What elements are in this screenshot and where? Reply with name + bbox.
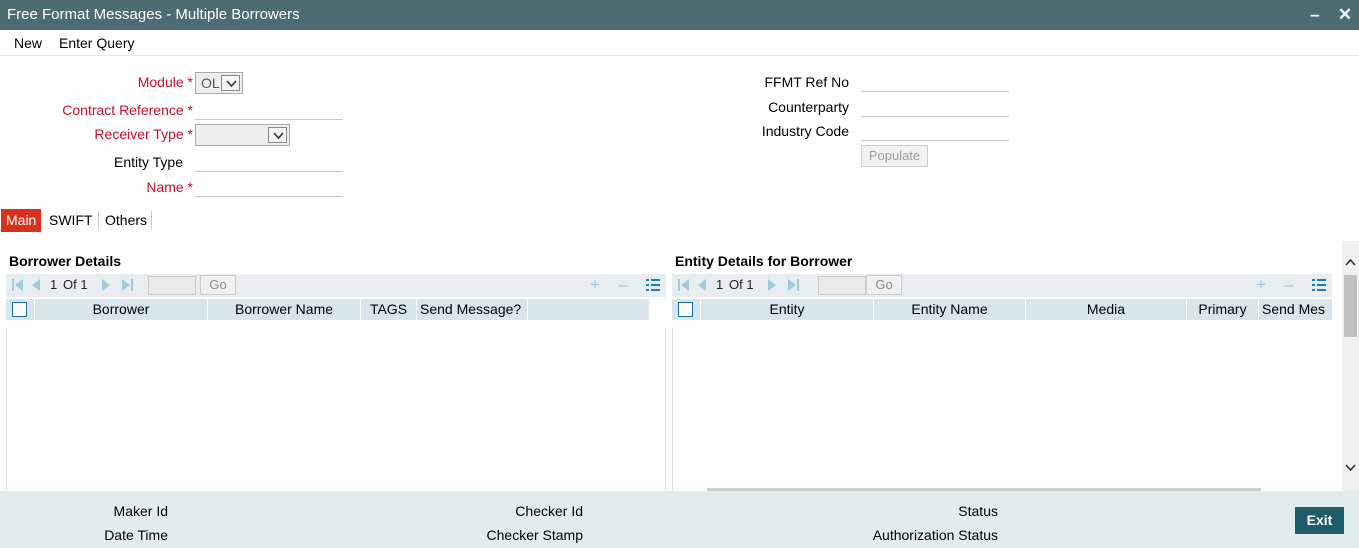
select-all-cell [6, 299, 35, 320]
col-entity-name[interactable]: Entity Name [874, 299, 1026, 320]
industry-code-label: Industry Code [761, 123, 849, 139]
window-titlebar: Free Format Messages - Multiple Borrower… [0, 0, 1359, 30]
counterparty-input[interactable] [861, 93, 1009, 117]
col-media[interactable]: Media [1026, 299, 1187, 320]
status-label: Status [958, 503, 998, 519]
delete-row-icon[interactable]: – [614, 276, 632, 294]
view-list-icon[interactable] [646, 278, 660, 292]
borrower-grid-body [6, 328, 666, 491]
industry-code-input[interactable] [861, 117, 1009, 141]
receiver-type-label: Receiver Type * [94, 126, 193, 142]
exit-button[interactable]: Exit [1295, 507, 1344, 534]
page-number-input[interactable] [148, 276, 196, 295]
ffmt-ref-input[interactable] [861, 68, 1009, 92]
entity-grid-header: Entity Entity Name Media Primary Send Me… [672, 299, 1332, 320]
minimize-icon[interactable]: – [1304, 4, 1326, 26]
delete-row-icon[interactable]: – [1280, 276, 1298, 294]
add-row-icon[interactable]: + [586, 276, 604, 294]
prev-page-icon[interactable] [31, 279, 40, 291]
next-page-icon[interactable] [768, 279, 777, 291]
module-select[interactable]: OL [195, 72, 243, 94]
checker-stamp-label: Checker Stamp [486, 527, 583, 543]
menu-enter-query[interactable]: Enter Query [59, 35, 134, 51]
module-dropdown[interactable] [221, 75, 240, 91]
chevron-down-icon [273, 132, 284, 140]
view-list-icon[interactable] [1312, 278, 1326, 292]
menu-new[interactable]: New [14, 35, 42, 51]
col-tags[interactable]: TAGS [361, 299, 417, 320]
date-time-label: Date Time [104, 527, 168, 543]
entity-type-input[interactable] [195, 148, 343, 172]
receiver-type-select[interactable] [195, 124, 290, 146]
auth-status-label: Authorization Status [872, 527, 998, 543]
last-page-icon[interactable] [788, 279, 799, 291]
scrollbar-thumb[interactable] [1344, 275, 1357, 337]
tab-others[interactable]: Others [100, 209, 152, 232]
borrower-grid-toolbar: 1 Of 1 Go + – [6, 274, 666, 297]
scroll-down-icon[interactable] [1345, 462, 1356, 473]
audit-footer: Maker Id Date Time Checker Id Checker St… [0, 491, 1359, 548]
window-title: Free Format Messages - Multiple Borrower… [7, 6, 300, 23]
go-button[interactable]: Go [200, 275, 236, 295]
select-all-cell [672, 299, 701, 320]
contract-ref-input[interactable] [195, 96, 343, 120]
select-all-checkbox[interactable] [678, 302, 693, 317]
module-label: Module * [137, 74, 193, 90]
receiver-type-dropdown[interactable] [268, 127, 287, 143]
entity-details-title: Entity Details for Borrower [675, 253, 853, 269]
name-input[interactable] [195, 173, 343, 197]
col-primary[interactable]: Primary [1187, 299, 1259, 320]
col-send-message[interactable]: Send Message? [417, 299, 528, 320]
col-send-message[interactable]: Send Mes [1259, 299, 1332, 320]
entity-type-label: Entity Type [113, 154, 183, 170]
page-number-input[interactable] [818, 276, 866, 295]
current-page: 1 [716, 277, 724, 292]
go-button[interactable]: Go [866, 275, 902, 295]
contract-ref-label: Contract Reference * [62, 102, 193, 118]
add-row-icon[interactable]: + [1252, 276, 1270, 294]
vertical-scrollbar[interactable] [1342, 241, 1359, 491]
page-count: Of 1 [729, 277, 754, 292]
prev-page-icon[interactable] [697, 279, 706, 291]
tab-swift[interactable]: SWIFT [44, 209, 98, 232]
module-value: OL [201, 75, 220, 91]
entity-grid-body [672, 328, 1332, 491]
current-page: 1 [50, 277, 58, 292]
close-icon[interactable]: ✕ [1334, 4, 1356, 26]
first-page-icon[interactable] [12, 279, 23, 291]
tab-divider [151, 211, 152, 230]
menu-bar: New Enter Query [0, 30, 1359, 56]
first-page-icon[interactable] [678, 279, 689, 291]
last-page-icon[interactable] [122, 279, 133, 291]
col-borrower-name[interactable]: Borrower Name [208, 299, 361, 320]
counterparty-label: Counterparty [768, 99, 849, 115]
page-count: Of 1 [63, 277, 88, 292]
maker-id-label: Maker Id [113, 503, 168, 519]
name-label: Name * [146, 179, 193, 195]
select-all-checkbox[interactable] [12, 302, 27, 317]
scroll-up-icon[interactable] [1345, 257, 1356, 268]
tab-main[interactable]: Main [1, 209, 42, 232]
next-page-icon[interactable] [102, 279, 111, 291]
col-blank [528, 299, 650, 320]
chevron-down-icon [226, 80, 237, 88]
borrower-grid-header: Borrower Borrower Name TAGS Send Message… [6, 299, 650, 320]
tab-divider [98, 211, 99, 230]
ffmt-ref-label: FFMT Ref No [764, 74, 849, 90]
populate-button[interactable]: Populate [861, 145, 928, 167]
col-entity[interactable]: Entity [701, 299, 874, 320]
checker-id-label: Checker Id [515, 503, 583, 519]
borrower-details-title: Borrower Details [9, 253, 122, 269]
col-borrower[interactable]: Borrower [35, 299, 208, 320]
entity-grid-toolbar: 1 Of 1 Go + – [672, 274, 1332, 297]
